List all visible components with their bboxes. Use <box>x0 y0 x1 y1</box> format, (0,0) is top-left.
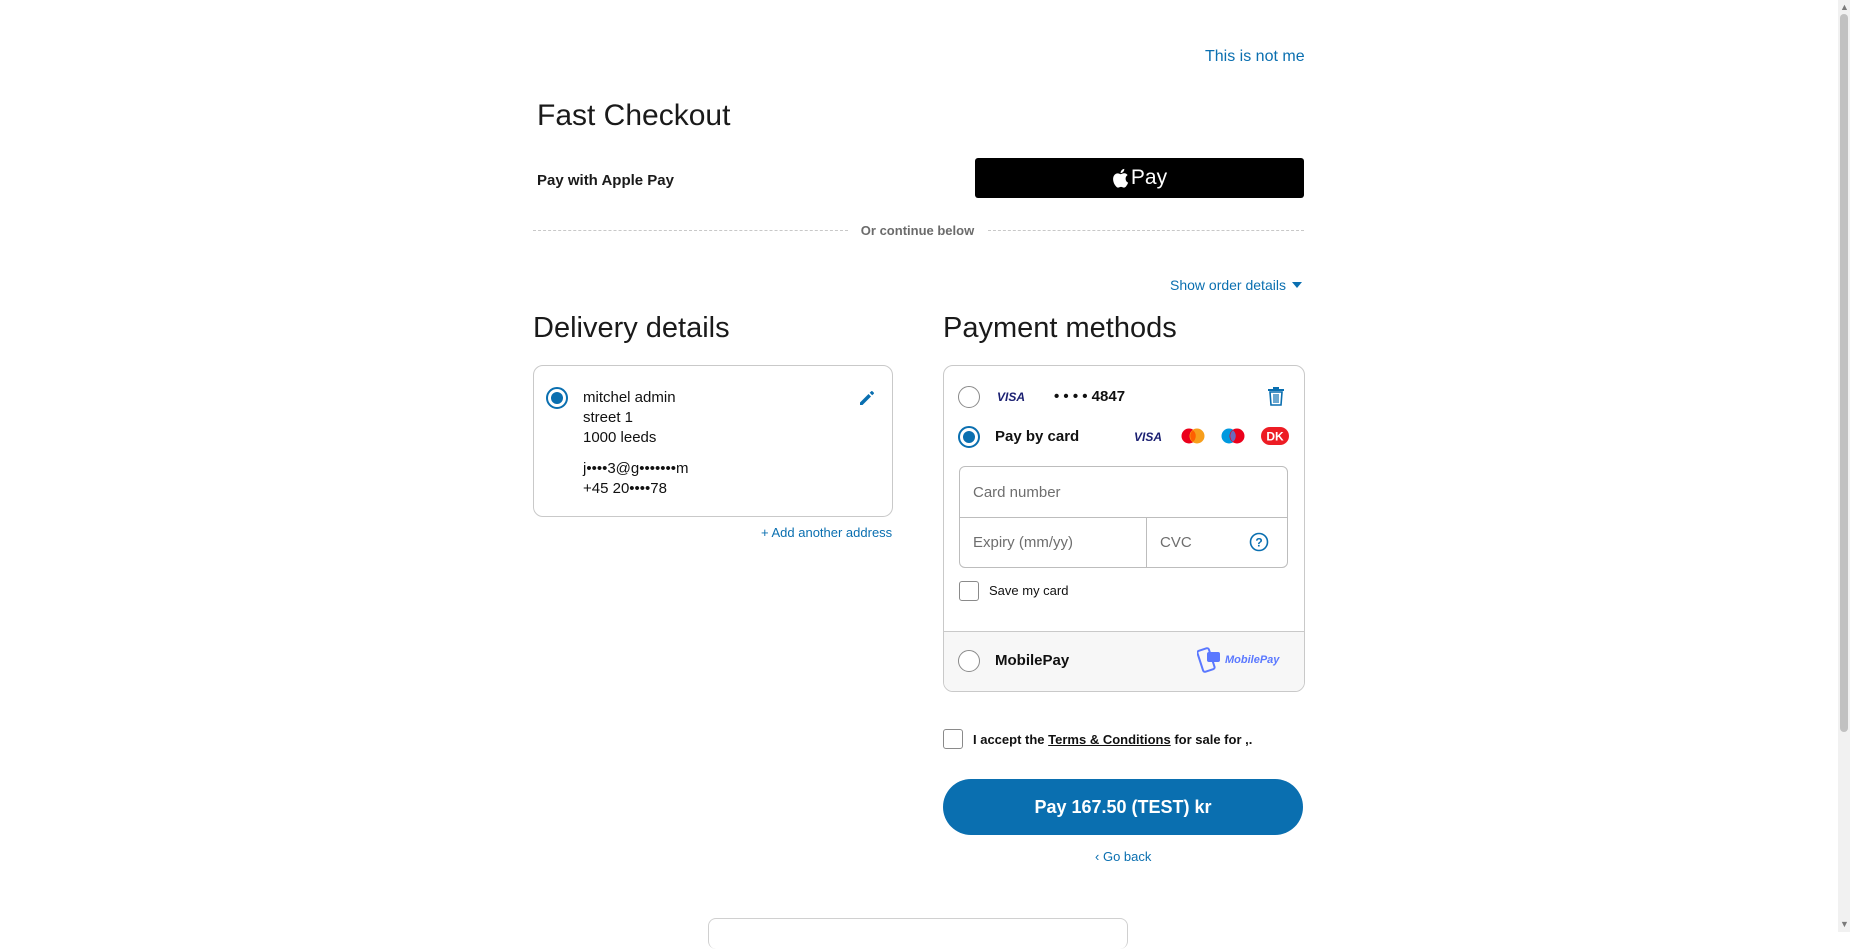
trash-icon[interactable] <box>1267 386 1285 406</box>
not-me-link[interactable]: This is not me <box>1205 48 1305 66</box>
address-city: 1000 leeds <box>583 429 657 446</box>
maestro-icon <box>1221 428 1245 444</box>
apple-pay-label: Pay with Apple Pay <box>537 172 674 189</box>
page-title: Fast Checkout <box>537 99 731 132</box>
mobilepay-logo-icon <box>1197 647 1220 673</box>
saved-card-radio[interactable] <box>958 386 980 408</box>
edit-pencil-icon[interactable] <box>858 389 876 407</box>
scroll-up-arrow-icon[interactable]: ▲ <box>1840 2 1849 12</box>
pay-by-card-label: Pay by card <box>995 428 1080 445</box>
svg-text:DK: DK <box>1266 430 1284 444</box>
payment-heading: Payment methods <box>943 312 1177 344</box>
delivery-heading: Delivery details <box>533 312 730 344</box>
pay-button[interactable]: Pay 167.50 (TEST) kr <box>943 779 1303 835</box>
pay-by-card-radio[interactable] <box>958 426 980 448</box>
terms-text: I accept the Terms & Conditions for sale… <box>973 732 1252 747</box>
bottom-panel <box>708 918 1128 949</box>
cvc-placeholder: CVC <box>1160 534 1192 551</box>
expiry-field[interactable]: Expiry (mm/yy) <box>959 517 1147 568</box>
apple-pay-button[interactable]: Pay <box>975 158 1304 198</box>
mobilepay-radio[interactable] <box>958 650 980 672</box>
card-number-field[interactable]: Card number <box>959 466 1288 518</box>
mobilepay-row[interactable]: MobilePay MobilePay <box>944 631 1304 691</box>
visa-brand-icon: VISA <box>1134 430 1163 444</box>
divider-text: Or continue below <box>855 223 980 238</box>
add-address-link[interactable]: + Add another address <box>761 525 892 540</box>
mobilepay-logo-text: MobilePay <box>1225 654 1280 666</box>
mobilepay-label: MobilePay <box>995 652 1070 669</box>
address-street: street 1 <box>583 409 634 426</box>
visa-logo-icon: VISA <box>997 390 1026 404</box>
terms-link[interactable]: Terms & Conditions <box>1048 732 1171 747</box>
save-card-checkbox[interactable] <box>959 581 979 601</box>
divider-line-right <box>988 230 1304 231</box>
apple-logo-icon <box>1113 168 1129 188</box>
address-card[interactable]: mitchel admin street 1 1000 leeds j••••3… <box>533 365 893 517</box>
go-back-link[interactable]: ‹ Go back <box>1095 849 1151 864</box>
saved-card-number: • • • • 4847 <box>1054 388 1126 405</box>
terms-suffix: for sale for ,. <box>1174 732 1253 747</box>
dankort-icon: DK <box>1261 427 1289 445</box>
show-order-details-toggle[interactable]: Show order details <box>1170 277 1302 293</box>
payment-methods-card: VISA • • • • 4847 Pay by card VISA DK Ca… <box>943 365 1305 692</box>
order-details-label: Show order details <box>1170 277 1286 293</box>
divider-line-left <box>533 230 848 231</box>
cvc-help-icon[interactable]: ? <box>1249 532 1269 552</box>
address-radio[interactable] <box>546 387 568 409</box>
address-name: mitchel admin <box>583 389 676 406</box>
chevron-left-icon: ‹ <box>1095 849 1100 864</box>
apple-pay-button-text: Pay <box>1130 166 1168 189</box>
mastercard-icon <box>1181 428 1205 444</box>
address-phone: +45 20••••78 <box>583 480 667 497</box>
terms-prefix: I accept the <box>973 732 1045 747</box>
terms-checkbox[interactable] <box>943 729 963 749</box>
svg-text:?: ? <box>1255 536 1262 550</box>
scroll-down-arrow-icon[interactable]: ▼ <box>1840 919 1849 929</box>
caret-down-icon <box>1291 282 1302 288</box>
address-email: j••••3@g•••••••m <box>583 460 689 477</box>
go-back-label: Go back <box>1102 849 1152 864</box>
scrollbar-thumb[interactable] <box>1840 14 1848 732</box>
save-card-label: Save my card <box>989 583 1069 598</box>
